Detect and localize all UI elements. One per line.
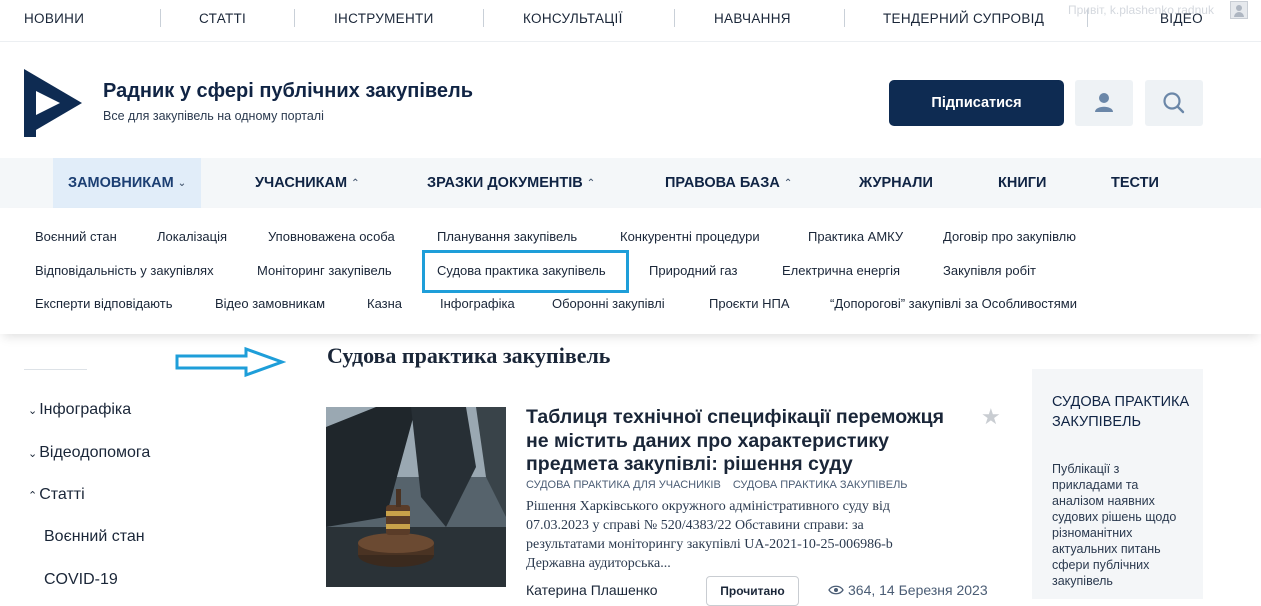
star-icon[interactable]: ★	[981, 404, 1001, 430]
article-date: 14 Березня 2023	[879, 582, 988, 598]
submenu-item[interactable]: “Допорогові” закупівлі за Особливостями	[830, 296, 1077, 311]
topnav-tools[interactable]: ІНСТРУМЕНТИ	[334, 11, 434, 26]
submenu-item[interactable]: Інфографіка	[440, 296, 515, 311]
chevron-up-icon: ⌃	[28, 490, 38, 502]
nav-participants[interactable]: УЧАСНИКАМ ⌃	[255, 158, 359, 208]
separator	[674, 9, 675, 27]
nav-legal-base-label: ПРАВОВА БАЗА	[665, 175, 780, 191]
sidebar-item-video-help[interactable]: ⌄ Відеодопомога	[28, 444, 150, 462]
topnav-training[interactable]: НАВЧАННЯ	[714, 11, 791, 26]
submenu-item[interactable]: Оборонні закупівлі	[552, 296, 665, 311]
article-meta: 364, 14 Березня 2023	[828, 582, 988, 598]
subscribe-button[interactable]: Підписатися	[889, 80, 1064, 126]
search-button[interactable]	[1145, 80, 1203, 126]
submenu-item[interactable]: Договір про закупівлю	[943, 229, 1076, 244]
nav-participants-label: УЧАСНИКАМ	[255, 175, 348, 191]
eye-icon	[828, 585, 844, 595]
read-status-button[interactable]: Прочитано	[706, 576, 799, 606]
divider	[24, 369, 87, 370]
page-title: Судова практика закупівель	[327, 343, 611, 368]
nav-doc-samples[interactable]: ЗРАЗКИ ДОКУМЕНТІВ ⌃	[427, 158, 595, 208]
sidebar-item-infographics[interactable]: ⌄ Інфографіка	[28, 401, 131, 419]
topnav-news[interactable]: НОВИНИ	[24, 11, 84, 26]
sidebar-item-martial-law[interactable]: Воєнний стан	[44, 528, 145, 546]
article-excerpt: Рішення Харківського окружного адміністр…	[526, 499, 893, 571]
category-info-title: СУДОВА ПРАКТИКА ЗАКУПІВЕЛЬ	[1052, 394, 1190, 430]
topnav-tender-support[interactable]: ТЕНДЕРНИЙ СУПРОВІД	[883, 11, 1044, 26]
sidebar-item-label: Інфографіка	[39, 401, 132, 418]
sidebar-item-label: Відеодопомога	[39, 444, 151, 461]
main-nav: ЗАМОВНИКАМ ⌄ УЧАСНИКАМ ⌃ ЗРАЗКИ ДОКУМЕНТІВ…	[0, 158, 1261, 208]
submenu-item[interactable]: Воєнний стан	[35, 229, 117, 244]
submenu-item[interactable]: Природний газ	[649, 263, 737, 278]
submenu-item[interactable]: Закупівля робіт	[943, 263, 1036, 278]
article-tag[interactable]: СУДОВА ПРАКТИКА ДЛЯ УЧАСНИКІВ	[526, 479, 721, 491]
user-icon	[1095, 93, 1113, 112]
search-icon	[1163, 92, 1185, 114]
site-title[interactable]: Радник у сфері публічних закупівель	[103, 80, 473, 103]
article-title[interactable]: Таблиця технічної специфікації переможця…	[526, 406, 966, 477]
separator	[844, 9, 845, 27]
article-tags: СУДОВА ПРАКТИКА ДЛЯ УЧАСНИКІВ СУДОВА ПРАК…	[526, 479, 908, 491]
account-button[interactable]	[1075, 80, 1133, 126]
submenu-item[interactable]: Електрична енергія	[782, 263, 900, 278]
site-header: Радник у сфері публічних закупівель Все …	[0, 42, 1261, 158]
site-logo[interactable]	[24, 69, 84, 144]
chevron-up-icon: ⌃	[351, 178, 360, 189]
avatar[interactable]	[1230, 1, 1248, 19]
topnav-consultations[interactable]: КОНСУЛЬТАЦІЇ	[523, 11, 623, 26]
submenu-item[interactable]: Планування закупівель	[437, 229, 577, 244]
submenu-item[interactable]: Локалізація	[157, 229, 227, 244]
highlight-box	[422, 250, 629, 293]
category-info-text: Публікації з прикладами та аналізом наяв…	[1052, 462, 1177, 588]
annotation-arrow-icon	[174, 346, 287, 383]
chevron-down-icon: ⌄	[177, 178, 187, 189]
sidebar-item-label: Статті	[39, 486, 85, 503]
submenu-item[interactable]: Моніторинг закупівель	[257, 263, 392, 278]
article-tag[interactable]: СУДОВА ПРАКТИКА ЗАКУПІВЕЛЬ	[733, 479, 908, 491]
nav-customers[interactable]: ЗАМОВНИКАМ ⌄	[53, 158, 202, 208]
chevron-up-icon: ⌃	[783, 178, 793, 189]
submenu-item[interactable]: Казна	[367, 296, 402, 311]
submenu-item[interactable]: Проєкти НПА	[709, 296, 790, 311]
sidebar-item-covid[interactable]: COVID-19	[44, 571, 118, 589]
gavel-image	[326, 407, 506, 587]
nav-doc-samples-label: ЗРАЗКИ ДОКУМЕНТІВ	[427, 175, 583, 191]
separator	[483, 9, 484, 27]
submenu-item[interactable]: Відео замовникам	[215, 296, 325, 311]
article-thumbnail[interactable]	[326, 407, 506, 587]
top-nav: НОВИНИ СТАТТІ ІНСТРУМЕНТИ КОНСУЛЬТАЦІЇ Н…	[0, 0, 1261, 42]
submenu-item[interactable]: Експерти відповідають	[35, 296, 173, 311]
customers-submenu: Воєнний стан Локалізація Уповноважена ос…	[0, 208, 1261, 334]
submenu-item[interactable]: Конкурентні процедури	[620, 229, 760, 244]
sidebar-item-articles[interactable]: ⌃ Статті	[28, 486, 85, 504]
views-count: 364	[848, 582, 872, 598]
logo-icon	[24, 69, 82, 137]
nav-journals[interactable]: ЖУРНАЛИ	[859, 158, 933, 208]
site-subtitle: Все для закупівель на одному порталі	[103, 109, 324, 123]
chevron-down-icon: ⌄	[28, 405, 38, 417]
submenu-item[interactable]: Практика АМКУ	[808, 229, 903, 244]
topnav-video[interactable]: ВІДЕО	[1160, 11, 1203, 26]
article-author[interactable]: Катерина Плашенко	[526, 582, 658, 598]
nav-tests[interactable]: ТЕСТИ	[1111, 158, 1159, 208]
category-info-box: СУДОВА ПРАКТИКА ЗАКУПІВЕЛЬ Публікації з …	[1032, 369, 1203, 599]
nav-customers-label: ЗАМОВНИКАМ	[68, 175, 174, 191]
nav-legal-base[interactable]: ПРАВОВА БАЗА ⌃	[665, 158, 792, 208]
topnav-articles[interactable]: СТАТТІ	[199, 11, 246, 26]
nav-books[interactable]: КНИГИ	[998, 158, 1046, 208]
separator	[160, 9, 161, 27]
separator	[294, 9, 295, 27]
submenu-item[interactable]: Уповноважена особа	[268, 229, 395, 244]
chevron-up-icon: ⌃	[586, 178, 596, 189]
submenu-item[interactable]: Відповідальність у закупівлях	[35, 263, 214, 278]
chevron-down-icon: ⌄	[28, 448, 38, 460]
